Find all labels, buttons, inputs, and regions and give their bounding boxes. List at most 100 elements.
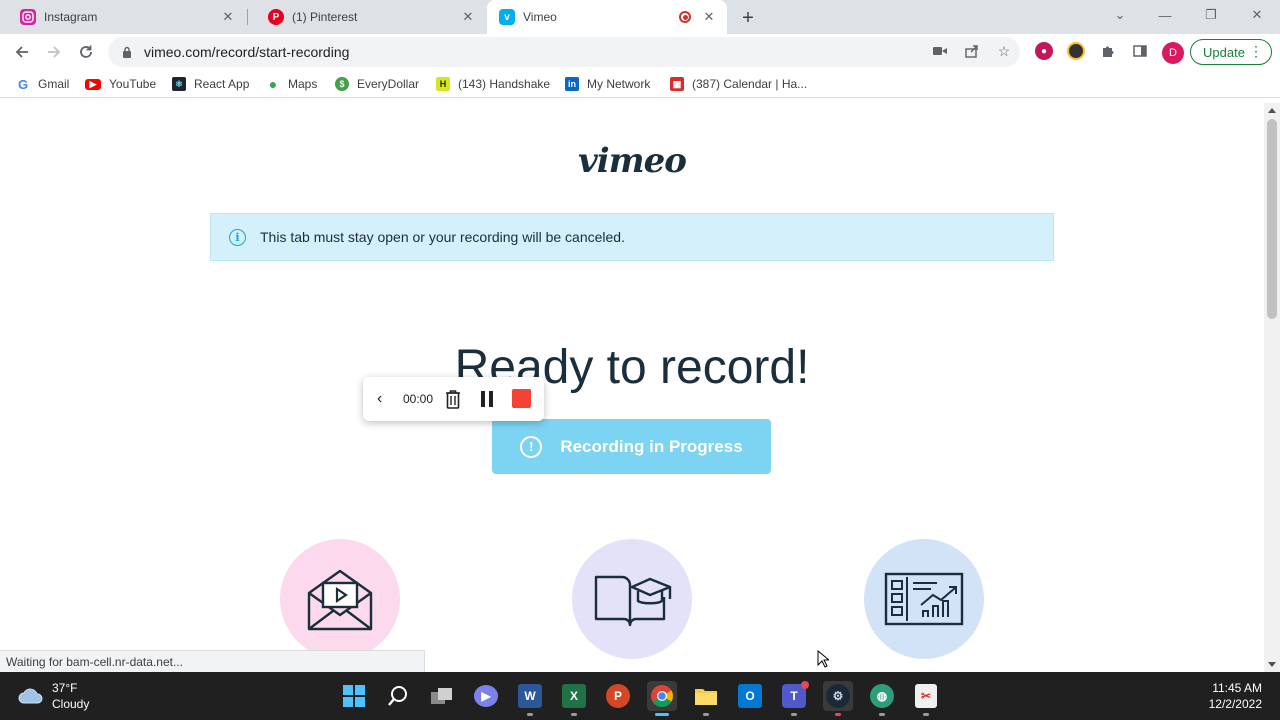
update-label: Update <box>1203 44 1245 60</box>
bookmarks-bar: G Gmail ▶ YouTube ⚛ React App ● Maps $ E… <box>0 70 1280 98</box>
recording-in-progress-button[interactable]: ! Recording in Progress <box>492 419 771 474</box>
bookmark-label: (143) Handshake <box>458 77 551 91</box>
education-book-icon <box>594 575 672 627</box>
clock-time: 11:45 AM <box>1212 681 1262 695</box>
weather-widget[interactable]: 37°F Cloudy <box>18 680 89 712</box>
excel-app[interactable]: X <box>559 681 589 716</box>
tab-instagram[interactable]: Instagram ✕ <box>0 0 246 34</box>
update-button[interactable]: Update ⋮ <box>1190 39 1272 65</box>
snipping-tool-icon: ✂ <box>915 684 937 708</box>
youtube-icon: ▶ <box>85 78 101 90</box>
everydollar-icon: $ <box>335 77 349 91</box>
avatar[interactable]: D <box>1162 42 1184 64</box>
teams-app[interactable]: T <box>779 681 809 716</box>
tab-search-icon[interactable]: ⌄ <box>1097 0 1143 30</box>
progress-label: Recording in Progress <box>560 436 743 456</box>
bookmark-react-app[interactable]: ⚛ React App <box>172 75 249 93</box>
close-window-button[interactable]: ✕ <box>1234 0 1280 30</box>
clock-date: 12/2/2022 <box>1208 697 1262 711</box>
file-explorer-app[interactable] <box>691 681 721 716</box>
vimeo-icon: v <box>499 9 515 25</box>
chevron-left-icon[interactable]: ‹ <box>377 390 382 408</box>
bookmark-star-icon[interactable]: ☆ <box>995 42 1013 60</box>
word-app[interactable]: W <box>515 681 545 716</box>
task-view-icon <box>431 688 452 704</box>
chat-app[interactable]: ▶ <box>471 681 501 711</box>
maps-app[interactable]: ◍ <box>867 681 897 716</box>
close-icon[interactable]: ✕ <box>220 9 236 25</box>
running-indicator <box>835 713 841 716</box>
weather-temp: 37°F <box>52 681 78 695</box>
running-indicator <box>791 713 797 716</box>
steam-app[interactable]: ⚙ <box>823 681 853 716</box>
outlook-app[interactable]: O <box>735 681 765 711</box>
search-button[interactable] <box>383 681 413 711</box>
forward-icon[interactable] <box>40 38 68 66</box>
feature-presentation <box>864 539 984 659</box>
bookmark-calendar[interactable]: ▦ (387) Calendar | Ha... <box>670 75 807 93</box>
task-view-button[interactable] <box>427 681 457 711</box>
stop-button[interactable] <box>512 389 531 408</box>
chrome-icon <box>651 685 673 707</box>
maps-icon: ● <box>268 76 278 92</box>
browser-toolbar: vimeo.com/record/start-recording ☆ ● D U… <box>0 34 1280 70</box>
extension-icon[interactable]: ● <box>1035 42 1053 60</box>
alert-icon: ! <box>520 435 543 458</box>
running-indicator <box>923 713 929 716</box>
tab-title: Instagram <box>44 10 98 24</box>
page-content: vimeo i This tab must stay open or your … <box>0 103 1264 672</box>
scroll-down-icon[interactable] <box>1268 662 1276 667</box>
scroll-up-icon[interactable] <box>1268 108 1276 113</box>
running-indicator <box>527 713 533 716</box>
cloud-icon <box>18 688 43 704</box>
word-icon: W <box>518 684 542 708</box>
teams-icon: T <box>782 681 809 708</box>
handshake-icon: H <box>436 77 450 91</box>
recording-timer: 00:00 <box>403 392 434 406</box>
start-button[interactable] <box>339 681 369 711</box>
close-icon[interactable]: ✕ <box>701 9 717 25</box>
scroll-thumb[interactable] <box>1267 119 1277 319</box>
camera-in-use-icon[interactable] <box>931 42 949 60</box>
tab-strip: Instagram ✕ P (1) Pinterest ✕ v Vimeo ✕ … <box>0 0 1280 34</box>
system-clock[interactable]: 11:45 AM 12/2/2022 <box>1209 680 1262 712</box>
tab-pinterest[interactable]: P (1) Pinterest ✕ <box>248 0 486 34</box>
search-icon <box>388 686 407 706</box>
chrome-app[interactable] <box>647 681 677 716</box>
snipping-tool-app[interactable]: ✂ <box>911 681 941 716</box>
lock-icon[interactable] <box>120 45 134 59</box>
bookmark-my-network[interactable]: in My Network <box>565 75 650 93</box>
restore-button[interactable]: ❐ <box>1188 0 1234 30</box>
minimize-button[interactable]: — <box>1142 0 1188 30</box>
recording-indicator-icon <box>679 11 691 23</box>
new-tab-button[interactable]: + <box>736 6 760 30</box>
feature-education <box>572 539 692 659</box>
address-bar[interactable]: vimeo.com/record/start-recording <box>108 37 1020 67</box>
running-indicator <box>879 713 885 716</box>
bookmark-label: Gmail <box>38 77 70 91</box>
close-icon[interactable]: ✕ <box>460 9 476 25</box>
presentation-chart-icon <box>884 572 964 626</box>
react-icon: ⚛ <box>172 77 186 91</box>
share-icon[interactable] <box>963 42 981 60</box>
powerpoint-app[interactable]: P <box>603 681 633 711</box>
status-bar: Waiting for bam-cell.nr-data.net... <box>0 650 425 672</box>
puzzle-icon[interactable] <box>1099 42 1117 60</box>
trash-icon[interactable] <box>445 389 461 409</box>
reload-icon[interactable] <box>72 38 100 66</box>
tab-vimeo[interactable]: v Vimeo ✕ <box>487 0 727 34</box>
bookmark-handshake[interactable]: H (143) Handshake <box>436 75 550 93</box>
feature-video-mail <box>280 539 400 659</box>
pause-icon[interactable] <box>480 391 494 407</box>
bookmark-gmail[interactable]: G Gmail <box>16 75 69 93</box>
bookmark-maps[interactable]: ● Maps <box>266 75 318 93</box>
running-indicator <box>571 713 577 716</box>
side-panel-icon[interactable] <box>1131 42 1149 60</box>
more-menu-icon[interactable]: ⋮ <box>1249 44 1263 58</box>
page-scrollbar[interactable] <box>1264 103 1280 672</box>
bookmark-everydollar[interactable]: $ EveryDollar <box>335 75 419 93</box>
bookmark-youtube[interactable]: ▶ YouTube <box>85 75 156 93</box>
vimeo-logo[interactable]: vimeo <box>578 141 687 181</box>
extension-icon[interactable] <box>1067 42 1085 60</box>
back-icon[interactable] <box>8 38 36 66</box>
